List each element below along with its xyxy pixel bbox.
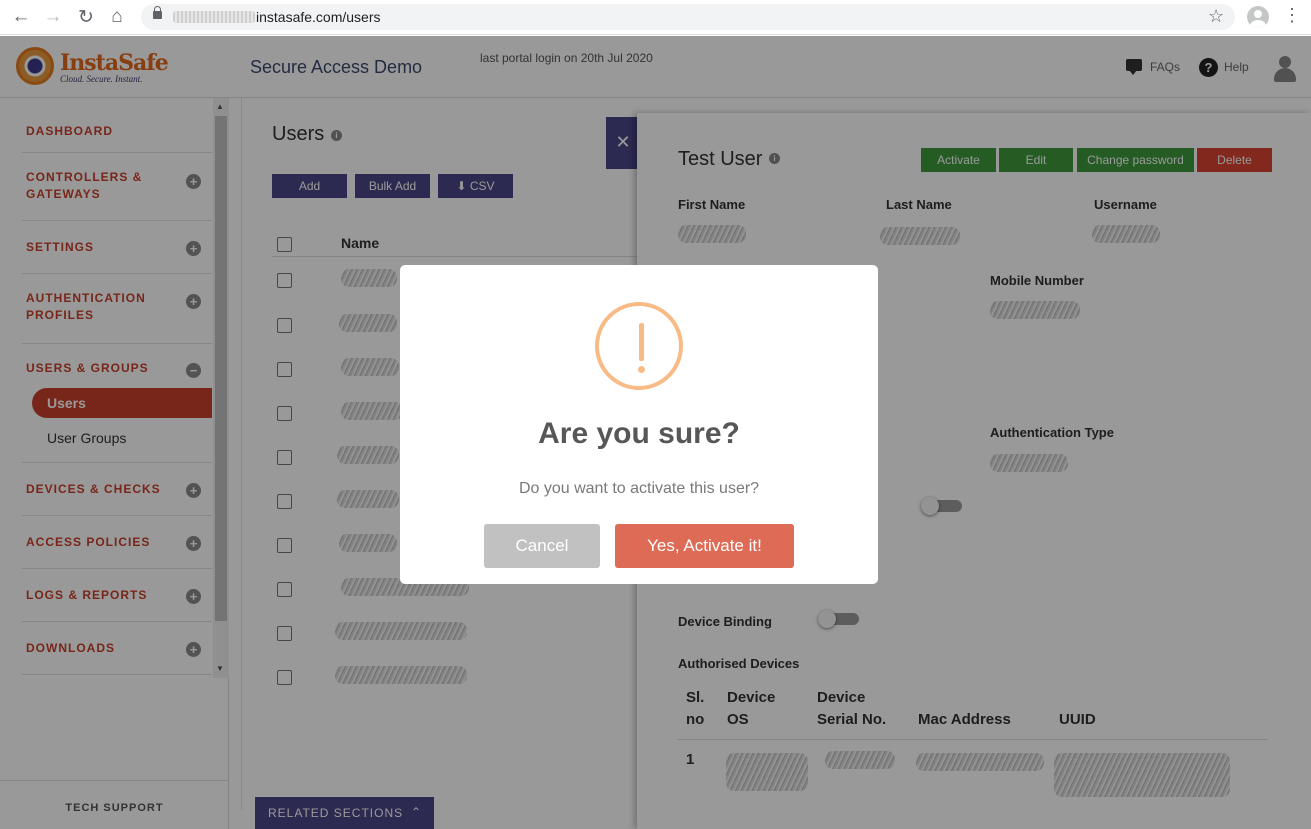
- cancel-button[interactable]: Cancel: [484, 524, 600, 568]
- forward-icon[interactable]: →: [40, 5, 66, 29]
- reload-icon[interactable]: ↻: [73, 5, 99, 29]
- dialog-title: Are you sure?: [538, 417, 740, 450]
- redacted-subdomain: [173, 11, 255, 23]
- warning-icon: [595, 302, 683, 390]
- confirm-activate-button[interactable]: Yes, Activate it!: [615, 524, 794, 568]
- url-text: instasafe.com/users: [256, 9, 381, 25]
- address-bar[interactable]: instasafe.com/users: [141, 4, 1235, 30]
- lock-icon: [153, 6, 162, 19]
- browser-profile-icon[interactable]: [1247, 6, 1269, 28]
- browser-menu-icon[interactable]: ⋮: [1283, 5, 1301, 26]
- browser-toolbar: ← → ↻ ⌂ instasafe.com/users ☆ ⋮: [0, 0, 1311, 35]
- dialog-message: Do you want to activate this user?: [518, 480, 760, 497]
- back-icon[interactable]: ←: [8, 5, 34, 29]
- home-icon[interactable]: ⌂: [104, 5, 130, 29]
- confirm-dialog: Are you sure? Do you want to activate th…: [400, 265, 878, 584]
- bookmark-star-icon[interactable]: ☆: [1208, 6, 1224, 27]
